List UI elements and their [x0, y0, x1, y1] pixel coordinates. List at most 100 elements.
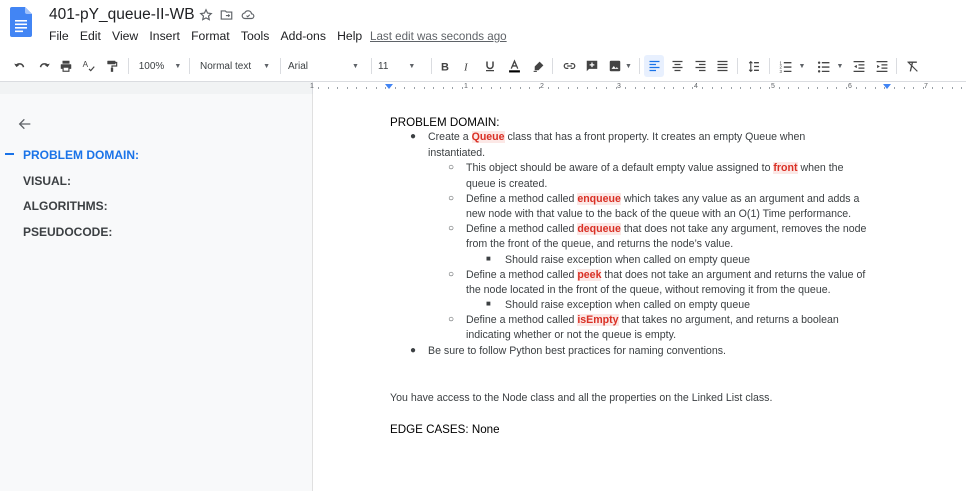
redo-button[interactable] — [35, 50, 53, 82]
ruler-tick — [702, 87, 703, 89]
document-page[interactable]: PROBLEM DOMAIN: ● Create a Queue class t… — [312, 94, 966, 491]
toolbar-divider — [128, 58, 129, 74]
toolbar-divider — [552, 58, 553, 74]
ruler-tick — [673, 87, 675, 89]
toolbar-divider — [371, 58, 372, 74]
clear-formatting-button[interactable] — [903, 50, 921, 82]
bulleted-list-button[interactable]: ▼ — [813, 50, 847, 82]
align-left-button[interactable] — [644, 55, 664, 77]
ruler-tick — [404, 87, 406, 89]
zoom-select[interactable]: 100% ▼ — [135, 50, 185, 82]
ruler-tick — [625, 87, 627, 89]
ruler-tick — [481, 87, 483, 89]
text-color-button[interactable] — [506, 50, 522, 82]
ruler-number: 3 — [617, 83, 621, 90]
bold-button[interactable]: B — [437, 50, 453, 82]
move-folder-icon[interactable] — [219, 8, 234, 22]
outline-active-indicator — [5, 153, 14, 155]
ruler-tick — [385, 87, 387, 89]
ruler-tick — [510, 87, 511, 89]
ruler-tick — [922, 87, 924, 89]
ruler-tick — [798, 87, 799, 89]
docs-logo-icon[interactable] — [10, 7, 32, 37]
paragraph-line: You have access to the Node class and al… — [390, 392, 773, 404]
cloud-saved-icon[interactable] — [240, 8, 256, 22]
underline-button[interactable] — [482, 50, 498, 82]
line-spacing-button[interactable] — [743, 50, 763, 82]
ruler-tick — [750, 87, 751, 89]
paragraph-line: Should raise exception when called on em… — [505, 254, 750, 266]
ruler-tick — [462, 87, 463, 89]
svg-text:B: B — [441, 61, 449, 73]
ruler-tick — [826, 87, 828, 89]
text-run: class that has a front property. It crea… — [504, 131, 806, 143]
italic-button[interactable]: I — [459, 50, 475, 82]
menu-bar: File Edit View Insert Format Tools Add-o… — [49, 29, 373, 43]
ruler-tick — [442, 87, 444, 89]
bullet-square: ■ — [486, 254, 491, 263]
ruler-tick — [884, 87, 886, 89]
align-center-button[interactable] — [668, 50, 686, 82]
text-run: that takes no argument, and returns a bo… — [618, 314, 839, 326]
align-justify-icon — [717, 60, 727, 72]
ruler-tick — [807, 87, 809, 89]
paragraph-style-select[interactable]: Normal text ▼ — [196, 50, 274, 82]
print-button[interactable] — [57, 50, 75, 82]
ruler-tick — [817, 87, 819, 89]
menu-help[interactable]: Help — [337, 29, 362, 43]
ruler-page-area[interactable]: 1 1 2 3 4 5 6 7 — [310, 82, 966, 94]
insert-comment-button[interactable] — [583, 50, 601, 82]
paint-format-button[interactable] — [103, 50, 121, 82]
decrease-indent-button[interactable] — [850, 50, 868, 82]
star-icon[interactable] — [199, 8, 213, 22]
paragraph-line: from the front of the queue, and returns… — [466, 238, 734, 250]
spellcheck-button[interactable]: A — [80, 50, 98, 82]
menu-edit[interactable]: Edit — [80, 29, 101, 43]
last-edit-link[interactable]: Last edit was seconds ago — [370, 30, 507, 43]
paragraph-line: Be sure to follow Python best practices … — [428, 345, 726, 357]
increase-indent-button[interactable] — [873, 50, 891, 82]
menu-addons[interactable]: Add-ons — [281, 29, 326, 43]
ruler-tick — [452, 87, 454, 89]
text-run: Define a method called — [466, 223, 578, 235]
numbered-list-icon: 123 — [779, 60, 791, 73]
menu-view[interactable]: View — [112, 29, 138, 43]
bullet-disc: ● — [410, 131, 417, 142]
ruler-tick — [721, 87, 723, 89]
ruler-tick — [942, 87, 943, 89]
paint-format-icon — [107, 60, 118, 72]
ruler-tick — [644, 87, 646, 89]
toolbar-divider — [280, 58, 281, 74]
highlight-color-button[interactable] — [530, 50, 546, 82]
numbered-list-button[interactable]: 123 ▼ — [775, 50, 809, 82]
font-size-select[interactable]: 11 ▼ — [378, 50, 426, 82]
font-select[interactable]: Arial ▼ — [288, 50, 364, 82]
menu-file[interactable]: File — [49, 29, 69, 43]
align-right-button[interactable] — [691, 50, 709, 82]
highlighted-term: peek — [577, 269, 602, 281]
outline-item-problem-domain[interactable]: PROBLEM DOMAIN: — [23, 148, 139, 162]
paragraph-line: queue is created. — [466, 178, 548, 190]
align-justify-button[interactable] — [713, 50, 731, 82]
outline-item-algorithms[interactable]: ALGORITHMS: — [23, 199, 108, 213]
ruler-tick — [663, 87, 665, 89]
left-indent-marker[interactable] — [385, 84, 393, 89]
svg-text:3: 3 — [779, 69, 782, 73]
ruler-tick — [606, 87, 607, 89]
paragraph-line: This object should be aware of a default… — [466, 162, 843, 174]
ruler-number: 7 — [924, 83, 928, 90]
insert-image-button[interactable]: ▼ — [606, 50, 634, 82]
toolbar: A 100% ▼ Normal text ▼ Arial ▼ 11 ▼ B I … — [0, 50, 966, 82]
ruler-tick — [414, 87, 415, 89]
insert-link-button[interactable] — [560, 50, 578, 82]
menu-insert[interactable]: Insert — [149, 29, 179, 43]
menu-tools[interactable]: Tools — [241, 29, 269, 43]
outline-item-visual[interactable]: VISUAL: — [23, 174, 71, 188]
text-run: that does not take an argument and retur… — [601, 269, 866, 281]
document-title[interactable]: 401-pY_queue-II-WB — [49, 6, 195, 24]
align-left-icon — [649, 60, 659, 72]
undo-button[interactable] — [11, 50, 29, 82]
back-arrow-icon[interactable] — [17, 116, 33, 132]
outline-item-pseudocode[interactable]: PSEUDOCODE: — [23, 225, 112, 239]
menu-format[interactable]: Format — [191, 29, 230, 43]
